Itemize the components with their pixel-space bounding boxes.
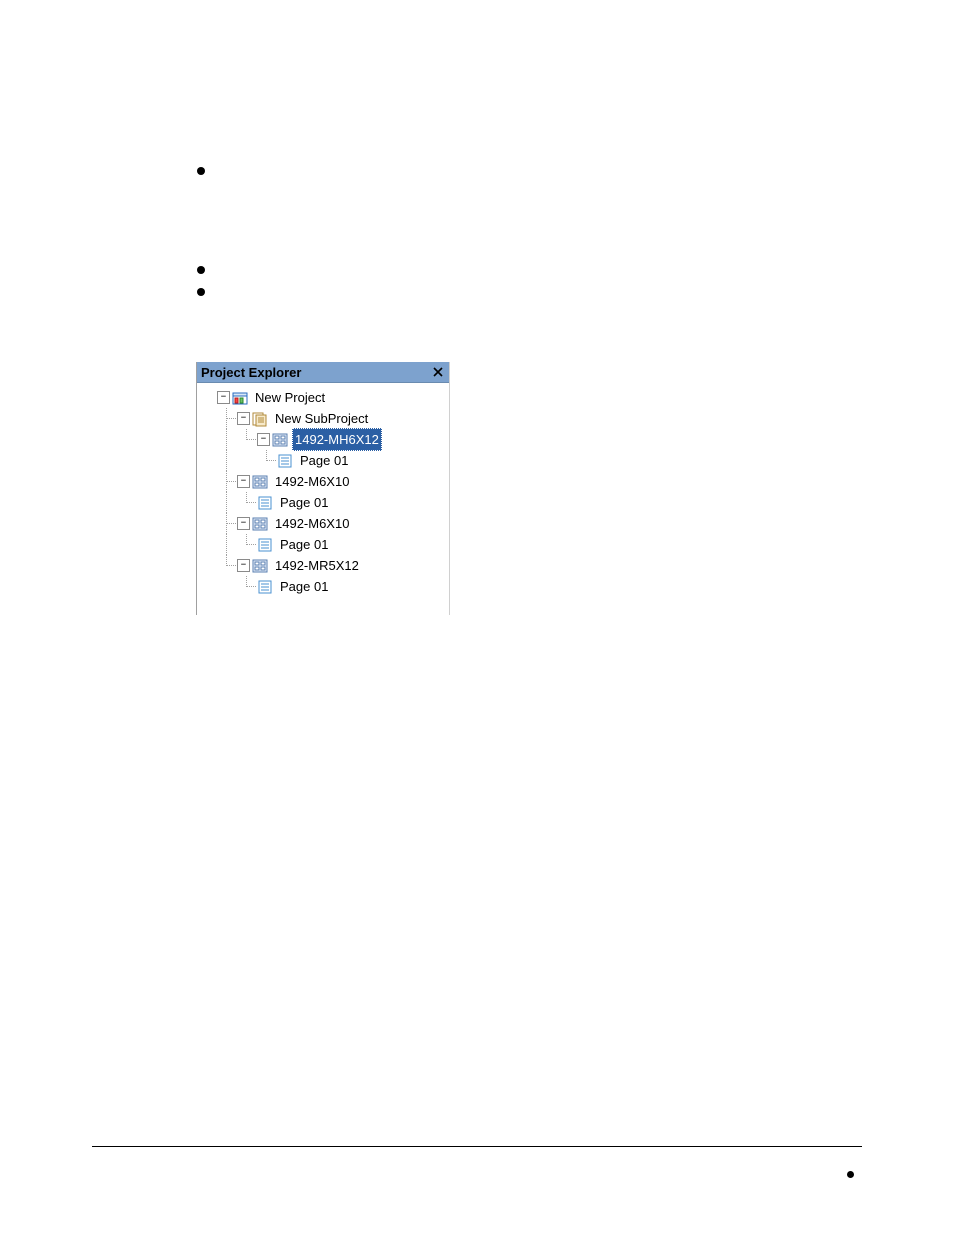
tree-item-card[interactable]: 1492-MR5X12 (197, 555, 449, 576)
tree-item-page[interactable]: Page 01 (197, 576, 449, 597)
card-icon (272, 432, 288, 448)
expander-icon[interactable] (257, 433, 270, 446)
page-icon (257, 579, 273, 595)
panel-header: Project Explorer (197, 362, 449, 383)
panel-title: Project Explorer (201, 365, 301, 380)
expander-icon[interactable] (217, 391, 230, 404)
tree-view[interactable]: New Project New SubProject 1492-MH6X12 (197, 383, 449, 615)
expander-icon[interactable] (237, 475, 250, 488)
expander-icon[interactable] (237, 517, 250, 530)
tree-label: New SubProject (272, 407, 371, 430)
close-icon[interactable] (431, 365, 445, 379)
tree-label: 1492-MR5X12 (272, 554, 362, 577)
card-icon (252, 474, 268, 490)
bullet-icon (847, 1171, 854, 1178)
tree-item-project[interactable]: New Project (197, 387, 449, 408)
subproject-icon (252, 411, 268, 427)
bullet-icon (197, 288, 205, 296)
tree-item-card[interactable]: 1492-M6X10 (197, 513, 449, 534)
card-icon (252, 558, 268, 574)
tree-item-page[interactable]: Page 01 (197, 534, 449, 555)
tree-label: 1492-M6X10 (272, 470, 352, 493)
tree-item-page[interactable]: Page 01 (197, 450, 449, 471)
tree-label: Page 01 (277, 533, 331, 556)
bullet-icon (197, 167, 205, 175)
project-explorer-panel: Project Explorer New Project New SubProj… (196, 362, 450, 615)
project-icon (232, 390, 248, 406)
tree-label: 1492-M6X10 (272, 512, 352, 535)
tree-label: New Project (252, 386, 328, 409)
tree-item-page[interactable]: Page 01 (197, 492, 449, 513)
page-icon (257, 495, 273, 511)
tree-label: 1492-MH6X12 (292, 428, 382, 451)
page-icon (277, 453, 293, 469)
tree-label: Page 01 (297, 449, 351, 472)
bullet-icon (197, 266, 205, 274)
tree-item-card[interactable]: 1492-M6X10 (197, 471, 449, 492)
page-icon (257, 537, 273, 553)
tree-label: Page 01 (277, 491, 331, 514)
expander-icon[interactable] (237, 412, 250, 425)
expander-icon[interactable] (237, 559, 250, 572)
tree-item-subproject[interactable]: New SubProject (197, 408, 449, 429)
footer-divider (92, 1146, 862, 1147)
tree-label: Page 01 (277, 575, 331, 598)
tree-item-card-selected[interactable]: 1492-MH6X12 (197, 429, 449, 450)
card-icon (252, 516, 268, 532)
